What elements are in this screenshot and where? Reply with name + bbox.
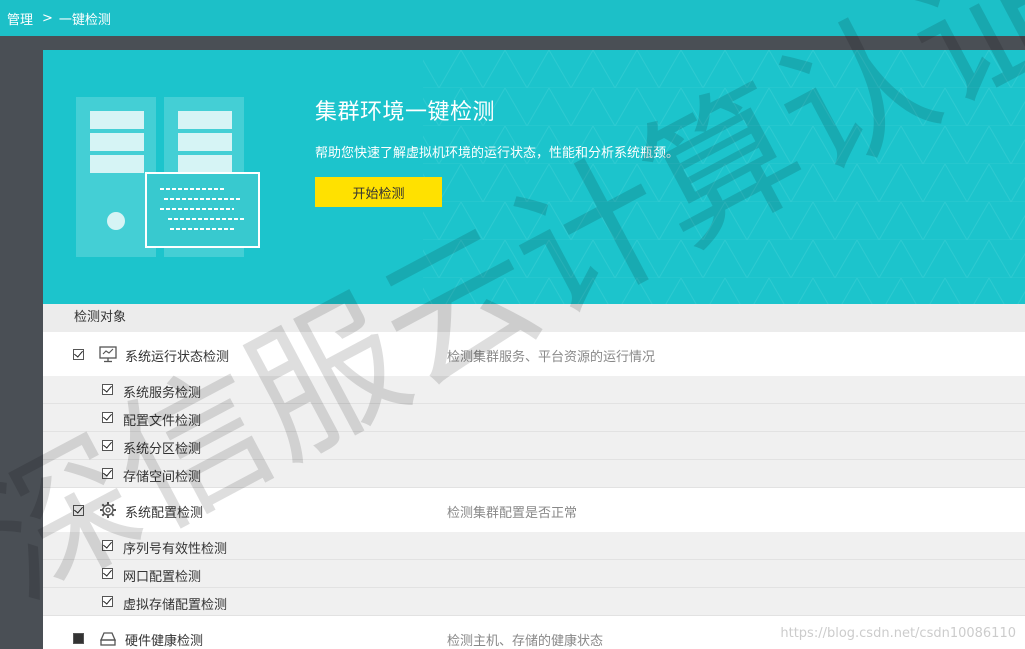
item-label: 存储空间检测 bbox=[123, 470, 202, 485]
group-description: 检测集群配置是否正常 bbox=[447, 506, 578, 521]
server-illustration-icon bbox=[76, 97, 260, 257]
section-header: 检测对象 bbox=[43, 304, 1025, 332]
group-label: 硬件健康检测 bbox=[125, 634, 204, 649]
group-checkbox[interactable] bbox=[73, 505, 84, 516]
list-item: 系统分区检测 bbox=[43, 432, 1025, 460]
breadcrumb-current: 一键检测 bbox=[58, 12, 111, 28]
item-checkbox[interactable] bbox=[102, 540, 113, 551]
detection-panel: 集群环境一键检测 帮助您快速了解虚拟机环境的运行状态，性能和分析系统瓶颈。 开始… bbox=[43, 50, 1025, 649]
start-detection-button[interactable]: 开始检测 bbox=[315, 177, 442, 207]
group-checkbox[interactable] bbox=[73, 349, 84, 360]
group-checkbox[interactable] bbox=[73, 633, 84, 644]
list-item: 存储空间检测 bbox=[43, 460, 1025, 488]
breadcrumb-separator: > bbox=[42, 10, 53, 26]
monitor-icon bbox=[99, 346, 117, 363]
hero-banner: 集群环境一键检测 帮助您快速了解虚拟机环境的运行状态，性能和分析系统瓶颈。 开始… bbox=[43, 50, 1025, 304]
item-checkbox[interactable] bbox=[102, 596, 113, 607]
item-checkbox[interactable] bbox=[102, 568, 113, 579]
group-description: 检测主机、存储的健康状态 bbox=[447, 634, 604, 649]
list-item: 虚拟存储配置检测 bbox=[43, 588, 1025, 616]
hero-subtitle: 帮助您快速了解虚拟机环境的运行状态，性能和分析系统瓶颈。 bbox=[315, 146, 680, 161]
list-item: 网口配置检测 bbox=[43, 560, 1025, 588]
item-checkbox[interactable] bbox=[102, 412, 113, 423]
item-checkbox[interactable] bbox=[102, 384, 113, 395]
item-label: 系统分区检测 bbox=[123, 442, 202, 457]
item-label: 系统服务检测 bbox=[123, 386, 202, 401]
item-label: 虚拟存储配置检测 bbox=[123, 598, 228, 613]
list-item: 序列号有效性检测 bbox=[43, 532, 1025, 560]
item-label: 网口配置检测 bbox=[123, 570, 202, 585]
item-label: 序列号有效性检测 bbox=[123, 542, 228, 557]
left-rail bbox=[0, 36, 43, 649]
hero-title: 集群环境一键检测 bbox=[315, 100, 496, 125]
item-checkbox[interactable] bbox=[102, 440, 113, 451]
list-item: 配置文件检测 bbox=[43, 404, 1025, 432]
item-checkbox[interactable] bbox=[102, 468, 113, 479]
list-item: 系统服务检测 bbox=[43, 376, 1025, 404]
breadcrumb-root-link[interactable]: 管理 bbox=[7, 9, 33, 28]
hardware-icon bbox=[100, 632, 116, 646]
item-label: 配置文件检测 bbox=[123, 414, 202, 429]
gear-icon bbox=[100, 502, 116, 518]
group-description: 检测集群服务、平台资源的运行情况 bbox=[447, 350, 656, 365]
group-row-system-config: 系统配置检测 检测集群配置是否正常 bbox=[43, 488, 1025, 532]
group-label: 系统运行状态检测 bbox=[125, 350, 230, 365]
group-label: 系统配置检测 bbox=[125, 506, 204, 521]
group-row-system-status: 系统运行状态检测 检测集群服务、平台资源的运行情况 bbox=[43, 332, 1025, 376]
credit-text: https://blog.csdn.net/csdn10086110 bbox=[780, 626, 1016, 641]
breadcrumb: 管理 > 一键检测 bbox=[0, 0, 1025, 36]
